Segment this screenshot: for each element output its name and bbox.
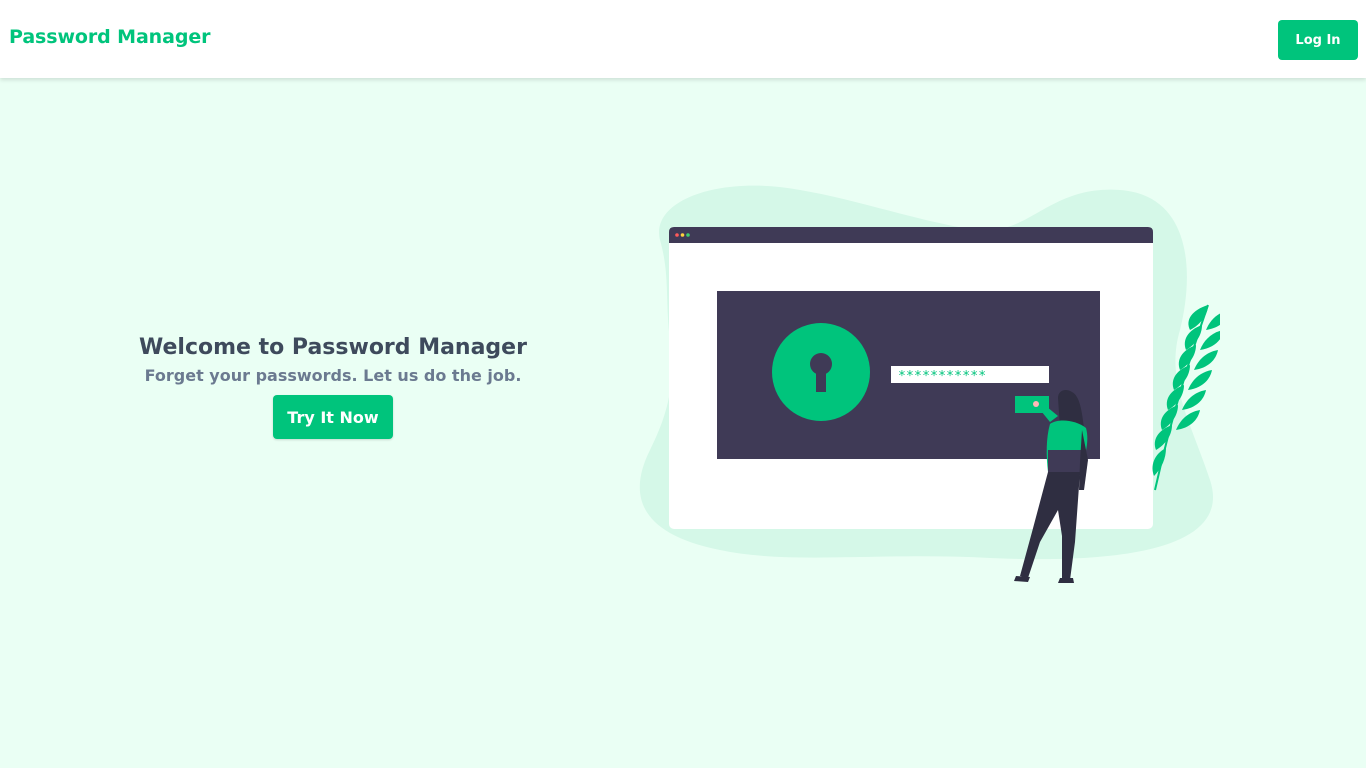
window-dot-green [686, 233, 690, 237]
brand-title[interactable]: Password Manager [9, 26, 210, 48]
hero-section: Welcome to Password Manager Forget your … [130, 334, 536, 439]
password-mask: *********** [898, 369, 986, 384]
top-navbar: Password Manager Log In [0, 0, 1366, 78]
hero-title: Welcome to Password Manager [139, 335, 527, 360]
login-button[interactable]: Log In [1278, 20, 1358, 60]
hero-subtitle: Forget your passwords. Let us do the job… [144, 366, 522, 385]
window-dot-red [675, 233, 679, 237]
window-dot-yellow [680, 233, 685, 237]
try-it-now-button[interactable]: Try It Now [273, 395, 393, 439]
browser-titlebar [669, 227, 1153, 243]
password-login-illustration: *********** [639, 185, 1220, 583]
